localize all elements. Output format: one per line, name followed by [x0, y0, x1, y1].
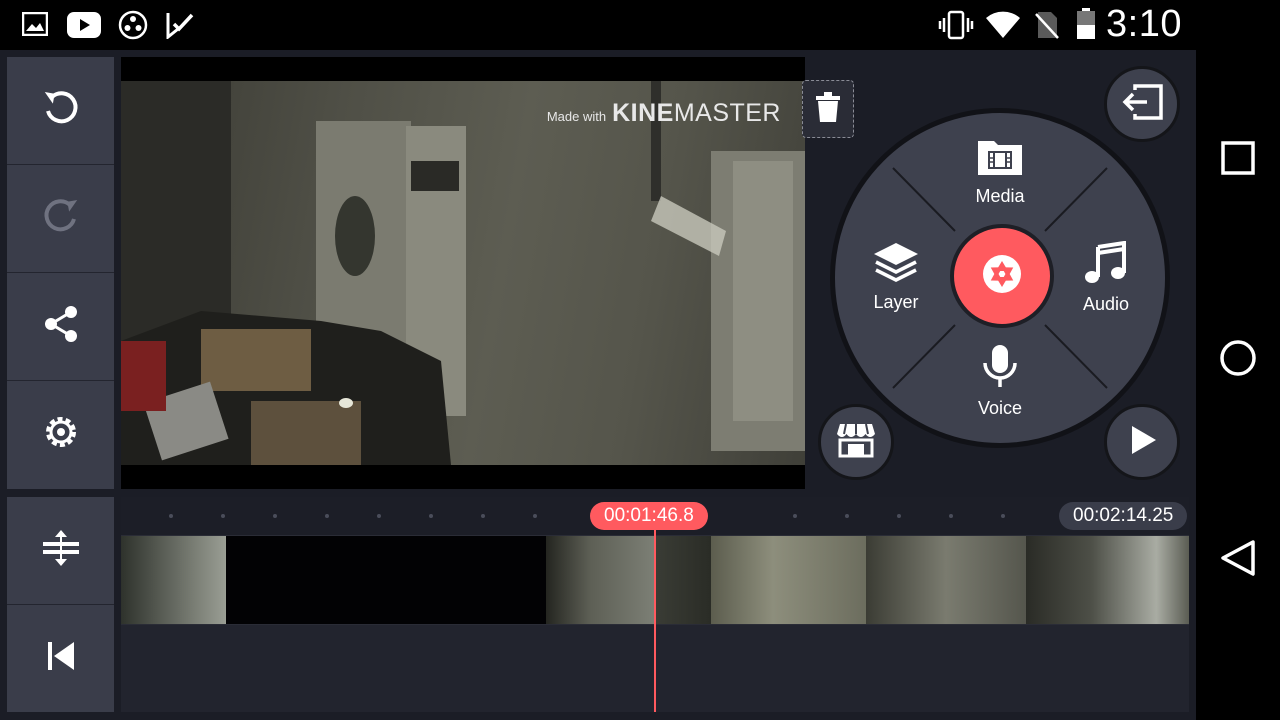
redo-button[interactable] — [7, 165, 114, 272]
clip-thumbnail[interactable] — [711, 536, 866, 624]
clock: 3:10 — [1106, 3, 1182, 45]
media-button[interactable]: Media — [945, 137, 1055, 207]
microphone-icon — [982, 343, 1018, 394]
left-toolbar — [7, 57, 114, 489]
timeline-toolbar — [7, 497, 114, 712]
home-circle-icon — [1219, 339, 1257, 382]
timeline[interactable]: 00:01:46.8 00:02:14.25 — [121, 497, 1189, 712]
store-icon — [836, 422, 876, 463]
playhead[interactable] — [654, 527, 656, 712]
expand-timeline-icon — [41, 528, 81, 573]
playhead-time: 00:01:46.8 — [590, 502, 708, 530]
battery-icon — [1076, 8, 1096, 45]
clip-thumbnail[interactable] — [866, 536, 1026, 624]
home-button[interactable] — [1214, 336, 1262, 384]
share-button[interactable] — [7, 273, 114, 380]
preview-frame: Made with KINEMASTER — [121, 81, 805, 465]
redo-icon — [40, 195, 82, 242]
layer-button[interactable]: Layer — [841, 241, 951, 313]
expand-timeline-button[interactable] — [7, 497, 114, 604]
clip-thumbnail[interactable] — [1026, 536, 1189, 624]
video-preview[interactable]: Made with KINEMASTER — [121, 57, 805, 489]
back-button[interactable] — [1214, 536, 1262, 584]
wifi-icon — [985, 10, 1021, 45]
android-nav-bar — [1196, 0, 1280, 720]
undo-button[interactable] — [7, 57, 114, 164]
skip-to-start-button[interactable] — [7, 605, 114, 712]
clip-thumbnail[interactable] — [656, 536, 711, 624]
play-button[interactable] — [1104, 404, 1180, 480]
media-folder-icon — [976, 137, 1024, 182]
settings-icon — [41, 412, 81, 457]
clip-black[interactable] — [226, 536, 546, 624]
clip-thumbnail[interactable] — [121, 536, 226, 624]
layers-icon — [872, 241, 920, 288]
voice-button[interactable]: Voice — [945, 343, 1055, 419]
no-sim-icon — [1034, 10, 1060, 45]
kinemaster-editor: Made with KINEMASTER Media Layer Audio V… — [0, 50, 1196, 720]
music-note-icon — [1084, 240, 1128, 290]
asset-store-button[interactable] — [818, 404, 894, 480]
total-duration: 00:02:14.25 — [1059, 502, 1188, 530]
play-icon — [1126, 424, 1158, 461]
recents-button[interactable] — [1214, 136, 1262, 184]
undo-icon — [40, 87, 82, 134]
youtube-icon — [67, 12, 101, 43]
camera-shutter-icon — [981, 253, 1023, 300]
vibrate-icon — [938, 10, 974, 45]
main-radial-menu: Media Layer Audio Voice — [830, 108, 1170, 448]
check-notification-icon — [166, 11, 194, 44]
share-icon — [42, 305, 80, 348]
skip-to-start-icon — [46, 640, 76, 677]
back-triangle-icon — [1220, 539, 1256, 582]
status-bar: 3:10 — [0, 0, 1196, 50]
recents-square-icon — [1221, 140, 1255, 180]
gallery-icon — [21, 11, 49, 41]
record-camera-button[interactable] — [950, 224, 1054, 328]
app-icon — [118, 10, 148, 45]
clip-thumbnail[interactable] — [546, 536, 656, 624]
settings-button[interactable] — [7, 381, 114, 488]
kinemaster-watermark: Made with KINEMASTER — [546, 99, 781, 127]
audio-button[interactable]: Audio — [1051, 240, 1161, 315]
